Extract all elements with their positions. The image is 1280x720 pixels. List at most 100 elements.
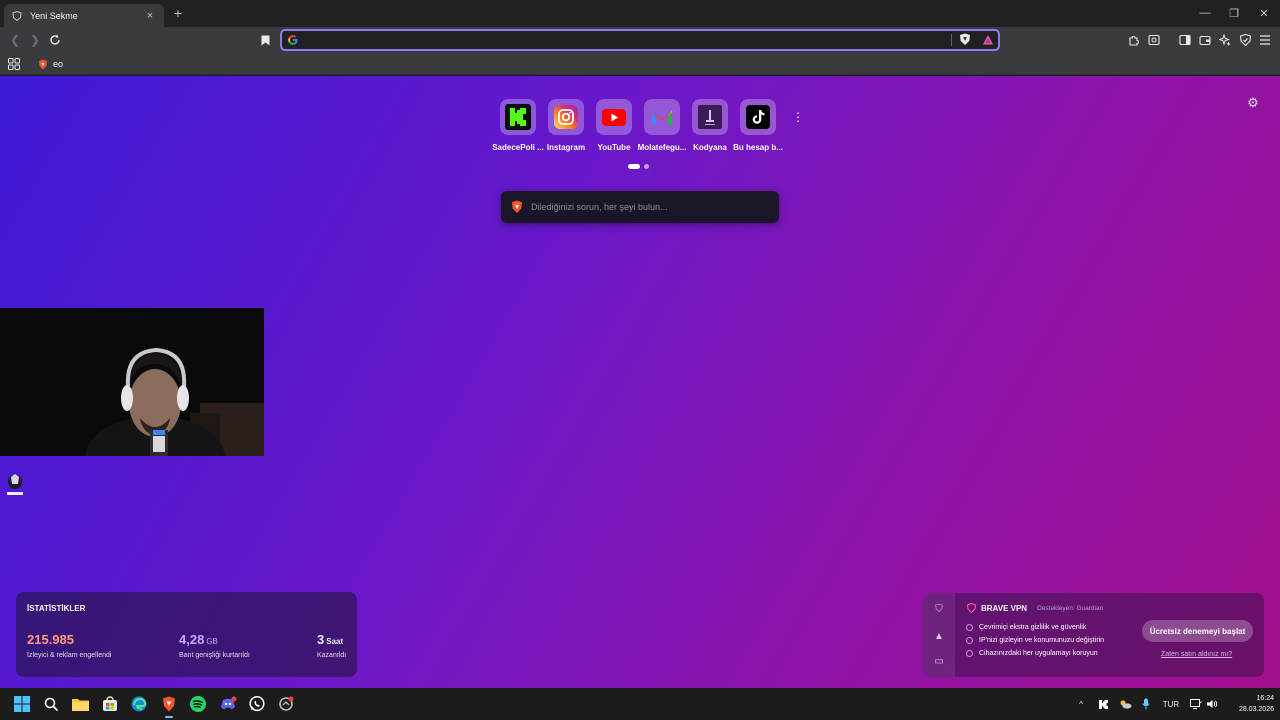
settings-gear-icon[interactable]: ⚙ — [1246, 95, 1260, 110]
search-input[interactable] — [531, 198, 767, 216]
menu-icon[interactable] — [1256, 31, 1274, 49]
stat-bandwidth-desc: Bant genişliği kurtarıldı — [179, 652, 250, 659]
top-site-tile[interactable] — [692, 99, 728, 135]
tiktok-icon — [746, 105, 770, 129]
microphone-icon[interactable] — [1140, 696, 1152, 712]
stat-bandwidth-value: 4,28 — [179, 632, 205, 647]
pager-dot[interactable] — [644, 164, 649, 169]
app-icon-red-dot[interactable] — [276, 694, 296, 714]
top-site-kodyana[interactable]: Kodyana — [686, 99, 734, 152]
vpn-feature-text: Cihazınızdaki her uygulamayı koruyun — [979, 650, 1098, 657]
kick-tray-icon[interactable] — [1096, 696, 1110, 712]
top-site-tiktok[interactable]: Bu hesap b... — [733, 99, 783, 152]
search-box[interactable] — [501, 191, 779, 223]
new-tab-page: ⚙ SadecePoli ... Instagram YouTube Molat… — [0, 76, 1280, 688]
top-site-gmail[interactable]: Molatefegu... — [638, 99, 686, 152]
stats-header: İSTATİSTİKLER — [27, 604, 86, 613]
address-bar[interactable] — [280, 29, 1000, 51]
already-purchased-link[interactable]: Zaten satın aldınız mı? — [1161, 651, 1232, 658]
url-input[interactable] — [302, 32, 942, 48]
bookmark-item-eo[interactable]: eo — [38, 56, 63, 72]
vpn-shield-icon[interactable]: ⛉ — [933, 603, 945, 615]
reload-icon[interactable] — [46, 31, 64, 49]
brave-browser-icon[interactable] — [159, 694, 179, 718]
pager-dot-active[interactable] — [628, 164, 640, 169]
top-site-tile[interactable] — [548, 99, 584, 135]
bookmark-icon[interactable] — [256, 31, 274, 49]
leo-ai-icon[interactable] — [1216, 31, 1234, 49]
file-explorer-icon[interactable] — [70, 694, 90, 714]
top-site-tile[interactable] — [500, 99, 536, 135]
windows-start-icon[interactable] — [12, 694, 32, 714]
wallet-icon[interactable]: ▭ — [933, 655, 945, 667]
kick-icon — [505, 104, 531, 130]
weather-tray-icon[interactable] — [1118, 696, 1132, 712]
webcam-person-image — [0, 308, 264, 456]
top-site-tile[interactable] — [644, 99, 680, 135]
top-site-label: YouTube — [597, 143, 631, 152]
vpn-feature: Cihazınızdaki her uygulamayı koruyun — [966, 650, 1098, 657]
taskbar-clock[interactable]: 16:24 28.03.2026 — [1222, 693, 1274, 715]
vpn-feature-text: IP'nizi gizleyin ve konumunuzu değiştiri… — [979, 637, 1105, 644]
edge-icon[interactable] — [129, 694, 149, 714]
restore-button[interactable]: ❐ — [1219, 3, 1249, 23]
brave-lion-icon — [512, 200, 522, 213]
stat-blocked-value: 215.985 — [27, 632, 74, 647]
vpn-shield-icon[interactable] — [1236, 31, 1254, 49]
webcam-overlay — [0, 308, 264, 456]
stats-widget: İSTATİSTİKLER 215.985 İzleyici & reklam … — [16, 592, 357, 677]
tray-chevron-up-icon[interactable]: ^ — [1076, 696, 1086, 712]
vpn-title: BRAVE VPN Destekleyen: Guardian — [967, 603, 1103, 613]
youtube-icon — [602, 108, 626, 126]
network-icon[interactable] — [1189, 696, 1203, 712]
top-site-youtube[interactable]: YouTube — [590, 99, 638, 152]
whatsapp-icon[interactable] — [247, 694, 267, 714]
rewards-triangle-icon[interactable]: ▲ — [933, 630, 945, 642]
store-icon[interactable] — [100, 694, 120, 714]
top-site-tile[interactable] — [596, 99, 632, 135]
url-separator — [951, 34, 952, 46]
apps-grid-icon[interactable] — [8, 57, 20, 70]
stat-bandwidth: 4,28 GB Bant genişliği kurtarıldı — [179, 631, 250, 659]
top-sites-more-icon[interactable]: ⋮ — [792, 110, 804, 124]
brave-shields-icon[interactable] — [959, 33, 971, 46]
vpn-feature-text: Çevrimiçi ekstra gizlilik ve güvenlik — [979, 624, 1087, 631]
new-tab-button[interactable]: + — [170, 5, 186, 21]
top-site-label: Bu hesap b... — [733, 143, 783, 152]
bookmarks-bar: eo — [0, 53, 1280, 75]
top-sites: SadecePoli ... Instagram YouTube Molatef… — [492, 99, 783, 152]
forward-icon[interactable]: ❯ — [26, 31, 44, 49]
brave-lion-icon — [39, 59, 47, 69]
kodyana-icon — [698, 105, 722, 129]
search-icon[interactable] — [41, 694, 61, 714]
tab-new-tab[interactable]: Yeni Sekme × — [4, 4, 164, 27]
stat-blocked-desc: İzleyici & reklam engellendi — [27, 652, 112, 659]
top-site-instagram[interactable]: Instagram — [542, 99, 590, 152]
minimize-button[interactable]: — — [1190, 3, 1220, 23]
wallet-icon[interactable] — [1196, 31, 1214, 49]
vpn-feature: Çevrimiçi ekstra gizlilik ve güvenlik — [966, 624, 1086, 631]
top-sites-pager — [628, 164, 649, 169]
check-circle-icon — [966, 650, 973, 657]
top-site-tile[interactable] — [740, 99, 776, 135]
start-trial-button[interactable]: Ücretsiz denemeyi başlat — [1142, 620, 1253, 642]
sidebar-icon[interactable] — [1176, 31, 1194, 49]
close-window-button[interactable]: ✕ — [1249, 3, 1279, 23]
discord-icon[interactable] — [218, 694, 238, 714]
stat-bandwidth-unit: GB — [206, 637, 218, 646]
top-site-label: Molatefegu... — [637, 143, 687, 152]
desktop-shortcut-icon[interactable] — [5, 472, 25, 498]
volume-icon[interactable] — [1205, 696, 1219, 712]
top-site-label: Instagram — [546, 143, 586, 152]
spotify-icon[interactable] — [188, 694, 208, 714]
instagram-icon — [554, 105, 578, 129]
bookmark-label: eo — [53, 59, 64, 69]
brave-rewards-icon[interactable] — [982, 33, 994, 46]
keyboard-language[interactable]: TUR — [1160, 696, 1182, 712]
check-circle-icon — [966, 637, 973, 644]
back-icon[interactable]: ❮ — [6, 31, 24, 49]
extensions-icon[interactable] — [1125, 31, 1143, 49]
tab-close-icon[interactable]: × — [144, 10, 156, 22]
tab-search-icon[interactable] — [1145, 31, 1163, 49]
top-site-kick[interactable]: SadecePoli ... — [492, 99, 544, 152]
